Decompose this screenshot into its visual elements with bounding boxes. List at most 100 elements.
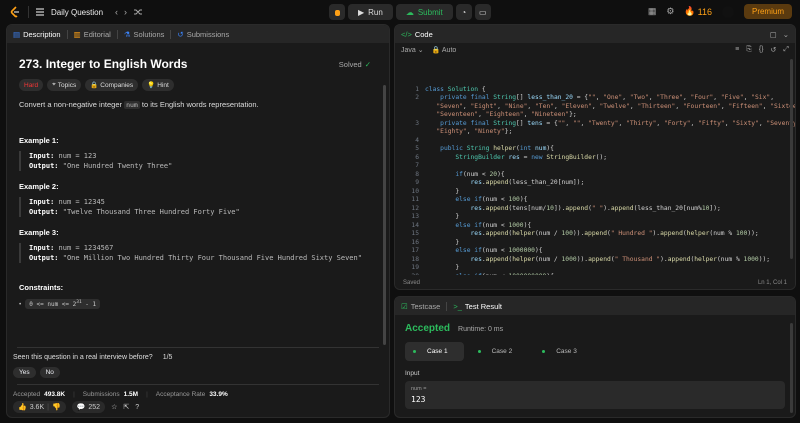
difficulty-badge: Hard [19, 79, 44, 91]
description-icon: ▤ [13, 29, 21, 39]
code-panel: </> Code ▢ ⌄ Java ⌄ 🔒 Auto ≡ ⎘ {} ↺ ⤢ 1 cl… [394, 24, 796, 290]
problem-list-icon[interactable] [35, 7, 45, 17]
settings-gear-icon[interactable]: ⚙ [666, 6, 674, 17]
code-tab-bar: </> Code ▢ ⌄ [395, 25, 795, 43]
format-icon[interactable]: ≡ [735, 46, 739, 54]
test-scrollbar[interactable] [790, 323, 793, 413]
tab-code[interactable]: </> Code [401, 30, 433, 39]
leetcode-logo-icon[interactable] [8, 5, 22, 19]
result-status: Accepted [405, 323, 451, 334]
comments-button[interactable]: 💬 252 [71, 401, 106, 413]
code-editor[interactable]: 1 class Solution { 2 private final String… [395, 57, 795, 276]
flask-icon: ⚗ [123, 29, 131, 39]
input-label: Input [405, 370, 420, 377]
checkbox-icon: ☑ [401, 301, 408, 311]
scrollbar[interactable] [383, 85, 386, 345]
share-icon[interactable]: ⇱ [123, 403, 129, 411]
example-heading: Example 1: [19, 136, 59, 145]
param-value: 123 [411, 395, 426, 404]
layout-icon[interactable]: ▦ [648, 6, 657, 17]
star-icon[interactable]: ☆ [111, 403, 117, 411]
maximize-icon[interactable]: ▢ [770, 30, 777, 39]
runtime-label: Runtime: 0 ms [458, 326, 504, 333]
tag-icon: ⌖ [52, 81, 56, 88]
language-select[interactable]: Java ⌄ [401, 46, 424, 54]
run-label: Run [368, 7, 383, 17]
lightbulb-icon: 💡 [147, 82, 156, 89]
next-problem-icon[interactable]: › [124, 7, 127, 17]
cloud-upload-icon: ☁ [405, 7, 414, 17]
interview-question: Seen this question in a real interview b… [13, 354, 173, 361]
help-icon[interactable]: ? [135, 404, 139, 411]
submit-label: Submit [417, 7, 443, 17]
prev-problem-icon[interactable]: ‹ [115, 7, 118, 17]
solved-status: Solved ✓ [338, 60, 371, 69]
play-icon: ▶ [358, 7, 365, 17]
submit-button[interactable]: ☁ Submit [395, 4, 453, 20]
case-tab-3[interactable]: Case 3 [534, 342, 593, 361]
tab-solutions[interactable]: ⚗ Solutions [124, 30, 165, 39]
thumbs-down-icon[interactable]: 👎 [52, 403, 61, 411]
test-result-body: Accepted Runtime: 0 ms Case 1 Case 2 Cas… [395, 315, 795, 417]
saved-status: Saved [403, 280, 421, 286]
tab-testcase[interactable]: ☑ Testcase [401, 302, 440, 311]
topics-tag[interactable]: ⌖ Topics [47, 79, 82, 91]
avatar[interactable] [721, 5, 734, 18]
timer-icon[interactable]: ◔ [455, 4, 472, 20]
reset-icon[interactable]: ↺ [771, 46, 777, 54]
code-brackets-icon: </> [401, 29, 412, 39]
editorial-icon: ▥ [73, 29, 81, 39]
like-button[interactable]: 👍 3.6K | 👎 [13, 401, 66, 413]
example-block: Input: num = 1234567 Output: "One Millio… [19, 243, 377, 263]
tab-submissions[interactable]: ↺ Submissions [177, 30, 229, 39]
thumbs-up-icon: 👍 [18, 404, 27, 411]
case-tabs: Case 1 Case 2 Case 3 [405, 342, 785, 361]
terminal-icon: >_ [453, 301, 462, 311]
braces-icon[interactable]: {} [759, 46, 764, 54]
fullscreen-icon[interactable]: ⤢ [783, 46, 789, 54]
collapse-icon[interactable]: ⌄ [783, 30, 789, 39]
yes-button[interactable]: Yes [13, 367, 36, 378]
problem-list-label[interactable]: Daily Question [51, 8, 103, 17]
editor-toolbar: Java ⌄ 🔒 Auto ≡ ⎘ {} ↺ ⤢ [395, 43, 795, 57]
interview-answer: Yes No [13, 367, 383, 378]
description-panel: ▤ Description ▥ Editorial ⚗ Solutions ↺ Subm… [6, 24, 390, 418]
lock-icon: 🔒 [431, 47, 441, 54]
notes-icon[interactable]: ▭ [474, 4, 491, 20]
run-button[interactable]: ▶ Run [348, 4, 393, 20]
history-icon: ↺ [177, 29, 184, 39]
bookmark-icon[interactable]: ⎘ [746, 46, 752, 54]
no-button[interactable]: No [39, 367, 60, 378]
constraints-heading: Constraints: [19, 283, 64, 292]
lock-icon: 🔒 [90, 82, 99, 89]
example-block: Input: num = 123 Output: "One Hundred Tw… [19, 151, 377, 171]
streak-fire-icon[interactable]: 🔥 116 [684, 6, 712, 17]
problem-statement: Convert a non-negative integer num to it… [19, 100, 259, 109]
case-tab-1[interactable]: Case 1 [405, 342, 464, 361]
comment-icon: 💬 [76, 404, 86, 411]
auto-mode-toggle[interactable]: 🔒 Auto [432, 46, 457, 54]
example-heading: Example 2: [19, 182, 59, 191]
editor-status-bar: Saved Ln 1, Col 1 [395, 277, 795, 289]
action-bar: 👍 3.6K | 👎 💬 252 ☆ ⇱ ? [13, 401, 139, 413]
hint-tag[interactable]: 💡 Hint [142, 79, 174, 91]
check-circle-icon: ✓ [364, 60, 371, 69]
tab-description[interactable]: ▤ Description [13, 30, 61, 39]
premium-button[interactable]: Premium [743, 4, 792, 19]
test-tab-bar: ☑ Testcase >_ Test Result [395, 297, 795, 315]
left-tab-bar: ▤ Description ▥ Editorial ⚗ Solutions ↺ Subm… [7, 25, 389, 43]
case-tab-2[interactable]: Case 2 [470, 342, 529, 361]
debug-button[interactable] [329, 4, 345, 20]
example-block: Input: num = 12345 Output: "Twelve Thous… [19, 197, 377, 217]
companies-tag[interactable]: 🔒 Companies [85, 79, 139, 91]
streak-count: 116 [697, 6, 712, 17]
code-scrollbar[interactable] [790, 59, 793, 259]
shuffle-icon[interactable] [133, 7, 143, 17]
input-box: num = 123 [405, 381, 785, 409]
cursor-position: Ln 1, Col 1 [757, 280, 787, 286]
problem-title[interactable]: 273. Integer to English Words [19, 57, 377, 71]
description-body: 273. Integer to English Words Solved ✓ H… [7, 43, 389, 319]
tab-test-result[interactable]: >_ Test Result [453, 302, 502, 311]
divider [28, 6, 29, 18]
tab-editorial[interactable]: ▥ Editorial [74, 30, 111, 39]
